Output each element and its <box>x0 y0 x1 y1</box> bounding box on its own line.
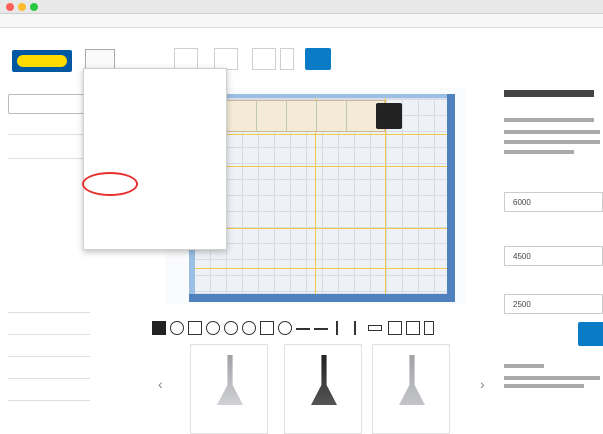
cabinet-divider <box>346 101 347 131</box>
account-tools[interactable] <box>493 54 593 66</box>
arrow-left-icon[interactable] <box>296 328 310 330</box>
panel-text-line <box>504 364 544 368</box>
edit-menu-button[interactable] <box>120 49 166 69</box>
zoom-out-icon[interactable] <box>242 321 256 335</box>
arrow-right-icon[interactable] <box>314 328 328 330</box>
copy-icon[interactable] <box>406 321 420 335</box>
zoom-in-icon[interactable] <box>206 321 220 335</box>
menu-item[interactable] <box>84 125 228 149</box>
ikea-logo <box>12 50 72 72</box>
arrow-down-icon[interactable] <box>354 321 356 335</box>
address-bar[interactable] <box>0 14 603 28</box>
undo-icon[interactable] <box>278 321 292 335</box>
cabinet-divider <box>286 101 287 131</box>
oven-appliance[interactable] <box>376 103 402 129</box>
view-3d-icon[interactable] <box>214 48 238 70</box>
cabinet-divider <box>256 101 257 131</box>
divider <box>8 400 90 401</box>
divider <box>8 312 90 313</box>
guide-line <box>195 134 447 135</box>
cabinet-divider <box>316 101 317 131</box>
camera-icon[interactable] <box>252 48 276 70</box>
search-input[interactable] <box>8 94 84 114</box>
hood-image <box>399 355 425 405</box>
product-card[interactable] <box>372 344 450 434</box>
arrow-up-icon[interactable] <box>336 321 338 335</box>
catalog-sidebar <box>0 82 90 434</box>
zoom-window-icon[interactable] <box>30 3 38 11</box>
panel-text-line <box>504 118 594 122</box>
minimize-window-icon[interactable] <box>18 3 26 11</box>
stack-icon[interactable] <box>188 321 202 335</box>
apply-button[interactable] <box>578 322 603 346</box>
panel-text-line <box>504 130 600 134</box>
panel-title <box>504 90 594 97</box>
room-settings-panel: 6000 4500 2500 <box>498 82 603 434</box>
menu-item[interactable] <box>84 221 228 245</box>
window-titlebar <box>0 0 603 14</box>
wall-top[interactable] <box>189 94 455 98</box>
view-2d-icon[interactable] <box>174 48 198 70</box>
panel-text-line <box>504 140 600 144</box>
depth-input[interactable]: 4500 <box>504 246 603 266</box>
panel-text-line <box>504 150 574 154</box>
guide-line <box>195 268 447 269</box>
menu-item[interactable] <box>84 97 228 121</box>
chevron-right-icon[interactable]: › <box>480 376 485 392</box>
close-window-icon[interactable] <box>6 3 14 11</box>
divider <box>8 378 90 379</box>
panel-text-line <box>504 376 600 380</box>
cube-icon[interactable] <box>170 321 184 335</box>
cloud-icon[interactable] <box>305 48 331 70</box>
ikea-logo-oval <box>17 55 67 67</box>
menu-item[interactable] <box>84 73 228 97</box>
product-card[interactable] <box>190 344 268 434</box>
camera-dropdown-icon[interactable] <box>280 48 294 70</box>
menu-item[interactable] <box>84 149 228 173</box>
guide-line <box>195 228 447 229</box>
guide-line <box>195 166 447 167</box>
product-strip: ‹ › <box>150 340 490 434</box>
zoom-in-icon[interactable] <box>224 321 238 335</box>
highlight-circle <box>82 172 138 196</box>
trash-icon[interactable] <box>424 321 434 335</box>
file-menu-button[interactable] <box>85 49 115 69</box>
file-dropdown-menu <box>83 68 227 250</box>
rotate-icon[interactable] <box>260 321 274 335</box>
divider <box>8 334 90 335</box>
divider <box>8 134 90 135</box>
divider <box>8 158 90 159</box>
wall-right[interactable] <box>447 94 455 302</box>
edit-tools-strip <box>150 318 496 338</box>
hood-image <box>217 355 243 405</box>
menu-item[interactable] <box>84 197 228 221</box>
ceiling-height-input[interactable]: 2500 <box>504 294 603 314</box>
door-icon[interactable] <box>388 321 402 335</box>
width-input[interactable]: 6000 <box>504 192 603 212</box>
kitchen-cabinets[interactable] <box>225 100 402 132</box>
measure-icon[interactable] <box>368 325 382 331</box>
chevron-left-icon[interactable]: ‹ <box>158 376 163 392</box>
panel-text-line <box>504 384 584 388</box>
divider <box>8 356 90 357</box>
hood-image <box>311 355 337 405</box>
product-card[interactable] <box>284 344 362 434</box>
wall-bottom[interactable] <box>189 294 455 302</box>
select-icon[interactable] <box>152 321 166 335</box>
